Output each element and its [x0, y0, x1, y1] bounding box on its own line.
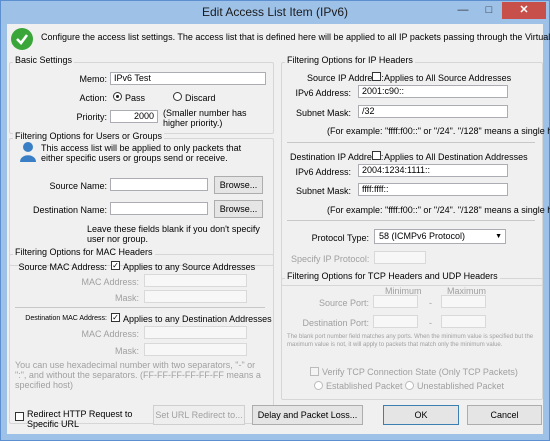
- chevron-down-icon: ▼: [495, 233, 502, 240]
- source-ip-all-label: Applies to All Source Addresses: [384, 73, 512, 83]
- set-url-redirect-button[interactable]: Set URL Redirect to...: [153, 405, 245, 425]
- pass-label: Pass: [125, 93, 146, 103]
- source-mac-any-label: Applies to any Source Addresses: [123, 262, 256, 272]
- ok-button[interactable]: OK: [383, 405, 459, 425]
- memo-label: Memo:: [79, 74, 107, 84]
- destination-subnet-label: Subnet Mask:: [295, 186, 351, 196]
- destination-browse-button[interactable]: Browse...: [214, 200, 263, 218]
- ip-divider-2: [287, 220, 535, 221]
- destination-mac-label: Destination MAC Address:: [25, 315, 107, 322]
- redirect-http-checkbox[interactable]: [15, 412, 24, 421]
- verify-tcp-checkbox[interactable]: [310, 367, 319, 376]
- priority-hint: (Smaller number has higher priority.): [163, 108, 247, 128]
- port-note: The blank port number field matches any …: [287, 334, 534, 348]
- specify-ip-protocol-label: Specify IP Protocol:: [291, 254, 370, 264]
- source-browse-button[interactable]: Browse...: [214, 176, 263, 194]
- destination-ip-all-label: Applies to All Destination Addresses: [384, 152, 528, 162]
- protocol-type-value: 58 (ICMPv6 Protocol): [379, 231, 466, 241]
- source-ipv6-label: IPv6 Address:: [295, 88, 351, 98]
- destination-mac-address-input: [144, 326, 247, 339]
- check-icon: [11, 28, 33, 50]
- destination-port-min-input: [373, 315, 418, 328]
- basic-settings-title: Basic Settings: [13, 55, 75, 65]
- protocol-type-label: Protocol Type:: [311, 233, 369, 243]
- source-name-label: Source Name:: [49, 181, 107, 191]
- established-radio[interactable]: [314, 381, 323, 390]
- dialog-body: Configure the access list settings. The …: [7, 24, 550, 434]
- pass-radio[interactable]: [113, 92, 122, 101]
- source-ip-all-checkbox[interactable]: [372, 72, 381, 81]
- destination-port-max-input: [441, 315, 486, 328]
- destination-ip-label: Destination IP Address:: [290, 152, 384, 162]
- close-button[interactable]: ✕: [502, 2, 546, 19]
- destination-name-label: Destination Name:: [32, 205, 107, 215]
- source-mac-address-label: MAC Address:: [81, 277, 139, 287]
- discard-label: Discard: [185, 93, 216, 103]
- ip-divider-1: [287, 142, 535, 143]
- destination-mac-mask-input: [144, 343, 247, 356]
- source-port-dash: -: [429, 298, 432, 308]
- destination-mac-any-label: Applies to any Destination Addresses: [123, 314, 272, 324]
- destination-ipv6-label: IPv6 Address:: [295, 167, 351, 177]
- destination-name-input[interactable]: [110, 202, 208, 215]
- specify-ip-protocol-input: [374, 251, 426, 264]
- destination-ip-all-checkbox[interactable]: [372, 151, 381, 160]
- cancel-button[interactable]: Cancel: [467, 405, 542, 425]
- tcp-udp-title: Filtering Options for TCP Headers and UD…: [285, 271, 500, 281]
- destination-mac-mask-label: Mask:: [114, 346, 139, 356]
- mac-note: You can use hexadecimal number with two …: [15, 360, 261, 390]
- delay-packet-loss-button[interactable]: Delay and Packet Loss...: [252, 405, 363, 425]
- source-name-input[interactable]: [110, 178, 208, 191]
- source-port-label: Source Port:: [318, 298, 369, 308]
- mac-divider: [15, 307, 265, 308]
- source-mac-label: Source MAC Address:: [18, 262, 107, 272]
- discard-radio[interactable]: [173, 92, 182, 101]
- source-mac-mask-input: [144, 290, 247, 303]
- destination-example-hint: (For example: "ffff:f00::" or "/24". "/1…: [327, 205, 550, 215]
- minimize-button[interactable]: —: [450, 2, 476, 19]
- users-note: Leave these fields blank if you don't sp…: [87, 224, 260, 244]
- memo-input[interactable]: IPv6 Test: [110, 72, 266, 85]
- action-label: Action:: [79, 93, 107, 103]
- users-groups-title: Filtering Options for Users or Groups: [13, 131, 165, 141]
- ip-headers-title: Filtering Options for IP Headers: [285, 55, 415, 65]
- destination-mac-any-checkbox[interactable]: ✓: [111, 313, 120, 322]
- source-example-hint: (For example: "ffff:f00::" or "/24". "/1…: [327, 126, 550, 136]
- users-description: This access list will be applied to only…: [41, 143, 242, 163]
- source-port-max-input: [441, 295, 486, 308]
- header-description: Configure the access list settings. The …: [41, 32, 550, 42]
- redirect-http-label: Redirect HTTP Request to Specific URL: [27, 409, 133, 429]
- title-bar[interactable]: Edit Access List Item (IPv6) — □ ✕: [1, 1, 549, 24]
- source-mac-address-input: [144, 274, 247, 287]
- priority-input[interactable]: 2000: [110, 110, 158, 123]
- unestablished-radio[interactable]: [405, 381, 414, 390]
- priority-label: Priority:: [76, 112, 107, 122]
- source-subnet-input[interactable]: /32: [358, 105, 508, 118]
- destination-subnet-input[interactable]: ffff:ffff::: [358, 183, 508, 196]
- protocol-type-select[interactable]: 58 (ICMPv6 Protocol) ▼: [374, 229, 506, 244]
- source-mac-mask-label: Mask:: [114, 293, 139, 303]
- user-icon: [19, 141, 37, 163]
- destination-ipv6-input[interactable]: 2004:1234:1111::: [358, 164, 508, 177]
- source-subnet-label: Subnet Mask:: [295, 108, 351, 118]
- destination-port-label: Destination Port:: [302, 318, 369, 328]
- mac-headers-title: Filtering Options for MAC Headers: [13, 247, 155, 257]
- verify-tcp-label: Verify TCP Connection State (Only TCP Pa…: [322, 367, 518, 377]
- unestablished-label: Unestablished Packet: [417, 381, 505, 391]
- source-port-min-input: [373, 295, 418, 308]
- dialog-window: Edit Access List Item (IPv6) — □ ✕ Confi…: [0, 0, 550, 441]
- established-label: Established Packet: [326, 381, 403, 391]
- source-ipv6-input[interactable]: 2001:c90::: [358, 85, 508, 98]
- destination-mac-address-label: MAC Address:: [81, 329, 139, 339]
- source-mac-any-checkbox[interactable]: ✓: [111, 261, 120, 270]
- maximize-button[interactable]: □: [476, 2, 502, 19]
- destination-port-dash: -: [429, 318, 432, 328]
